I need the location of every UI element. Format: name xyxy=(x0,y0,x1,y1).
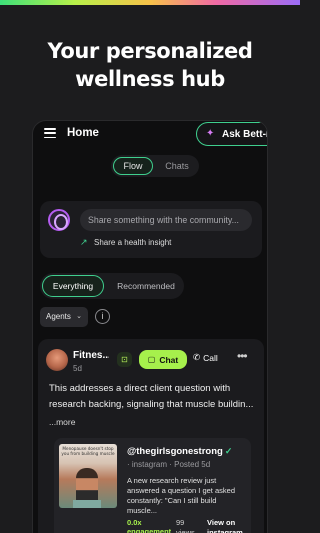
composer-card: Share something with the community... ↗ … xyxy=(40,201,262,258)
phone-screen: Home ✦ Ask Bett-I Flow Chats Share somet… xyxy=(32,120,268,533)
bot-icon[interactable]: ⊡ xyxy=(117,352,132,367)
share-insight-button[interactable]: ↗ Share a health insight xyxy=(80,237,171,248)
hero-title-line1: Your personalized xyxy=(47,39,253,63)
feed-filter: Everything Recommended xyxy=(40,273,184,299)
phone-icon: ✆ xyxy=(193,352,201,362)
sparkle-icon: ✦ xyxy=(206,128,215,139)
embed-thumbnail[interactable]: Menopause doesn't stop you from building… xyxy=(59,444,117,508)
hero-title-line2: wellness hub xyxy=(75,67,225,91)
chevron-down-icon: ⌄ xyxy=(76,313,82,320)
views-value: 99 xyxy=(176,518,185,527)
app-header: Home ✦ Ask Bett-I xyxy=(33,121,268,149)
avatar[interactable] xyxy=(48,209,70,231)
engagement-value: 0.0x xyxy=(127,518,142,527)
tab-chats[interactable]: Chats xyxy=(157,157,197,175)
more-link[interactable]: ...more xyxy=(49,417,75,427)
chat-button[interactable]: ▢ Chat xyxy=(139,350,187,369)
thumbnail-text: Menopause doesn't stop you from building… xyxy=(61,446,115,456)
embed-meta: · instagram · Posted 5d xyxy=(127,460,211,469)
page-title: Home xyxy=(67,127,99,139)
more-icon[interactable]: ••• xyxy=(237,349,248,363)
embed-handle-text: @thegirlsgonestrong xyxy=(127,446,223,457)
view-on-line1: View on xyxy=(207,518,236,527)
trend-icon: ↗ xyxy=(80,237,88,247)
ask-betti-label: Ask Bett-I xyxy=(222,128,268,140)
hero-title: Your personalized wellness hub xyxy=(0,37,300,93)
author-name[interactable]: Fitnes... xyxy=(73,350,109,361)
embed-description: A new research review just answered a qu… xyxy=(127,476,235,515)
filter-recommended[interactable]: Recommended xyxy=(110,275,182,297)
view-on-line2: instagram xyxy=(207,528,243,533)
top-gradient-bar xyxy=(0,0,300,5)
share-input[interactable]: Share something with the community... xyxy=(80,209,252,231)
ask-betti-button[interactable]: ✦ Ask Bett-I xyxy=(196,122,268,146)
view-toggle: Flow Chats xyxy=(111,155,199,177)
post-body: This addresses a direct client question … xyxy=(49,383,254,410)
author-avatar[interactable] xyxy=(46,349,68,371)
chat-icon: ▢ xyxy=(147,355,156,364)
view-on-instagram-link[interactable]: View on instagram xyxy=(207,518,247,533)
feed-post: Fitnes... 5d ⊡ ▢ Chat ✆ Call ••• This ad… xyxy=(38,339,264,533)
thumbnail-detail xyxy=(73,500,101,508)
call-button[interactable]: ✆ Call xyxy=(193,352,218,363)
agents-dropdown[interactable]: Agents ⌄ xyxy=(40,307,88,327)
menu-icon[interactable] xyxy=(44,128,56,139)
verified-icon: ✓ xyxy=(224,446,233,456)
share-insight-label: Share a health insight xyxy=(94,238,172,247)
engagement-stat: 0.0x engagement xyxy=(127,518,172,533)
views-stat: 99 views xyxy=(176,518,196,533)
tab-flow[interactable]: Flow xyxy=(113,157,153,175)
call-label: Call xyxy=(203,352,218,363)
chat-label: Chat xyxy=(159,354,179,365)
instagram-embed[interactable]: Menopause doesn't stop you from building… xyxy=(54,438,251,533)
engagement-label: engagement xyxy=(127,527,172,533)
info-icon[interactable]: i xyxy=(95,309,110,324)
post-time: 5d xyxy=(73,364,82,373)
agents-label: Agents xyxy=(46,312,71,321)
views-label: views xyxy=(176,528,195,533)
filter-everything[interactable]: Everything xyxy=(42,275,104,297)
embed-handle[interactable]: @thegirlsgonestrong ✓ xyxy=(127,446,232,457)
